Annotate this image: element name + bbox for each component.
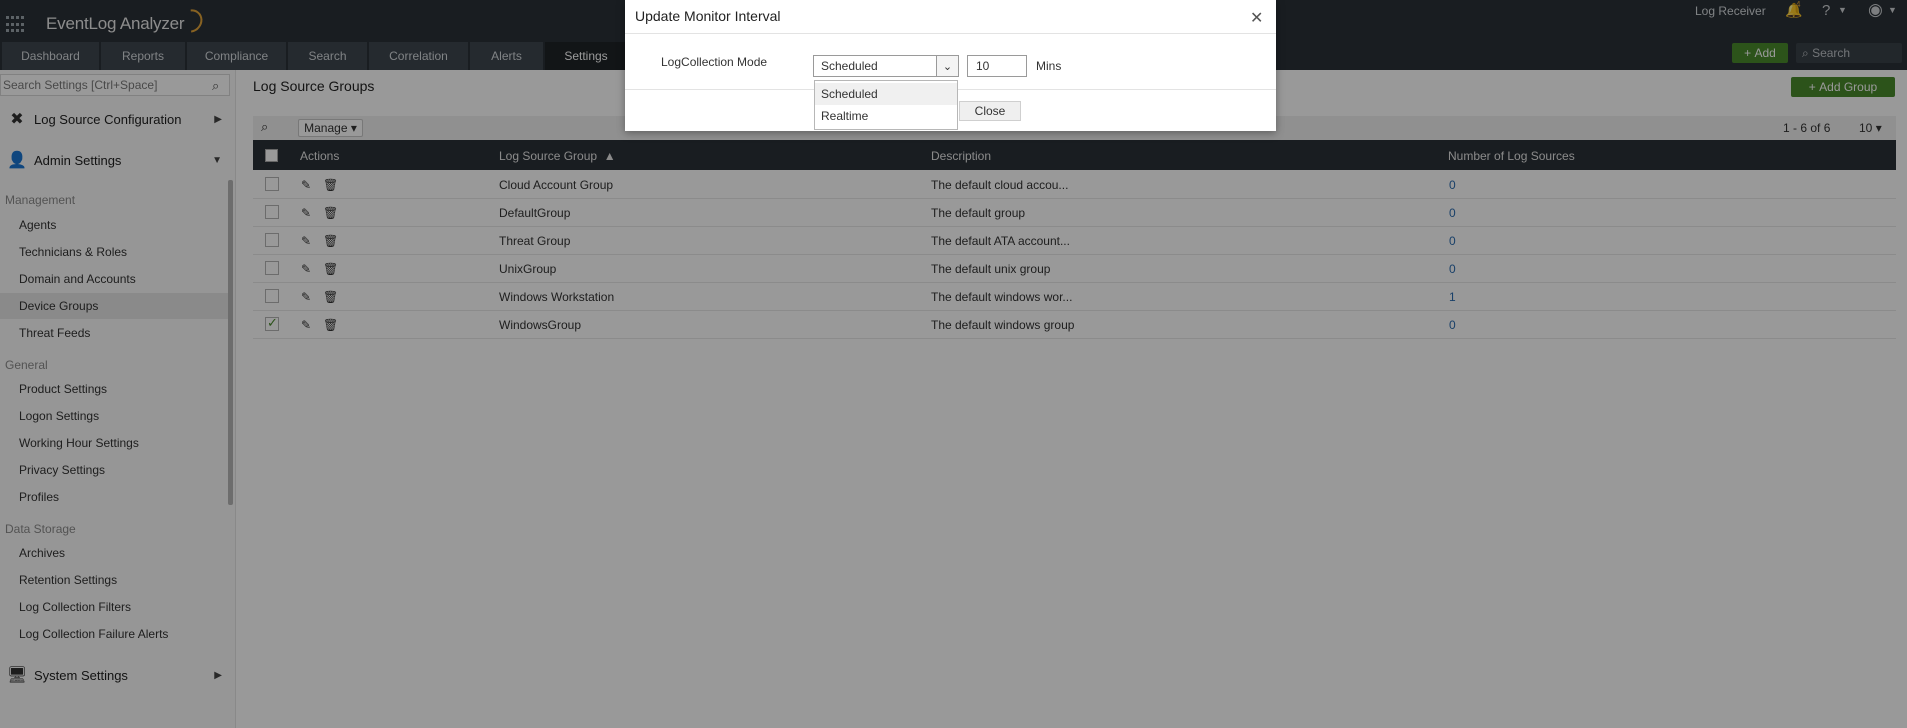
interval-unit-label: Mins [1036,59,1062,73]
close-icon[interactable]: ✕ [1250,8,1263,28]
option-realtime[interactable]: Realtime [815,105,957,127]
option-scheduled[interactable]: Scheduled [815,83,957,105]
interval-input[interactable]: 10 [967,55,1027,77]
chevron-down-icon[interactable]: ⌄ [936,55,959,77]
close-button[interactable]: Close [959,101,1021,121]
dialog-divider [625,33,1276,34]
dialog-title: Update Monitor Interval [635,8,781,24]
log-collection-mode-label: LogCollection Mode [661,55,768,69]
